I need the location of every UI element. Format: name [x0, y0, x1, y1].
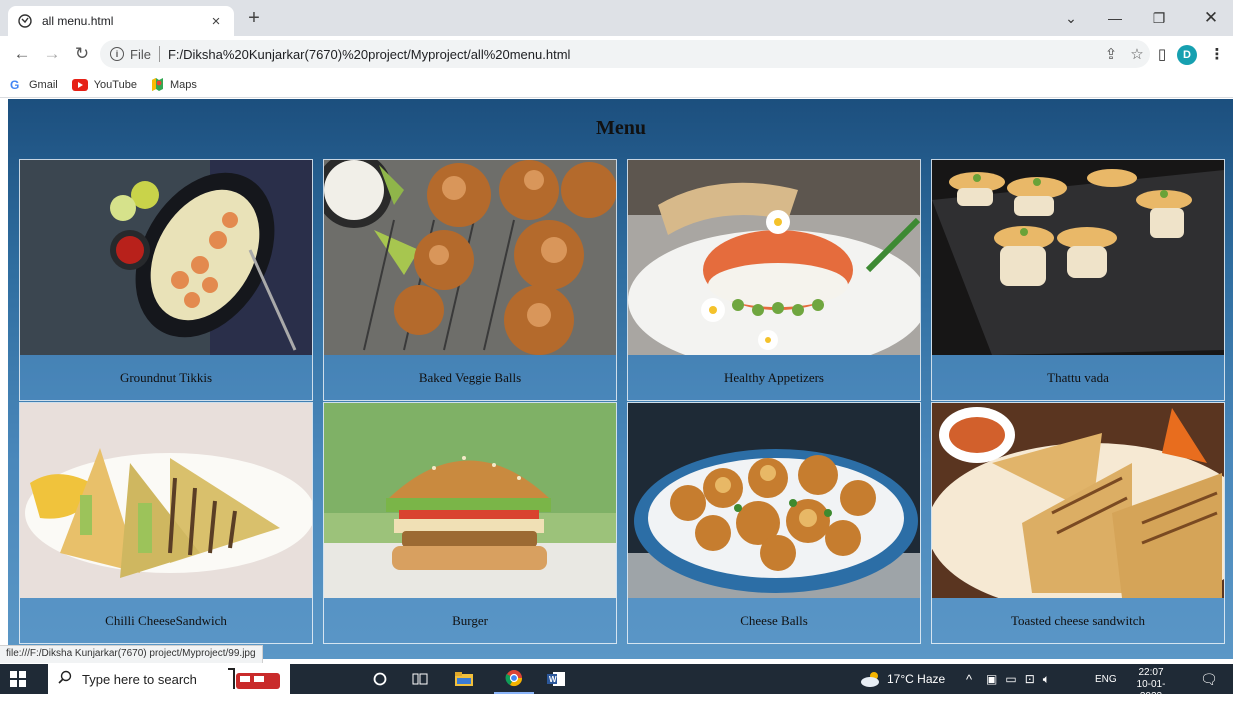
food-image-groundnut-tikkis[interactable] — [20, 160, 312, 355]
menu-item-label: Chilli CheeseSandwich — [20, 598, 312, 643]
restore-button[interactable]: ❐ — [1137, 0, 1181, 36]
language-indicator[interactable]: ENG — [1095, 664, 1117, 694]
battery-icon[interactable]: ▭ — [1005, 672, 1016, 686]
page-title: Menu — [596, 117, 646, 139]
browser-toolbar: ← → ↻ i File F:/Diksha%20Kunjarkar(7670)… — [0, 36, 1233, 72]
word-icon[interactable]: W — [536, 664, 576, 694]
chrome-icon[interactable] — [494, 664, 534, 694]
menu-item-label: Burger — [324, 598, 616, 643]
menu-card-chilli-cheese-sandwich[interactable]: Chilli CheeseSandwich — [19, 402, 313, 644]
bookmark-maps[interactable]: Maps — [151, 78, 197, 91]
menu-item-label: Toasted cheese sandwitch — [932, 598, 1224, 643]
taskbar-search-box[interactable]: Type here to search — [48, 664, 290, 694]
tab-title: all menu.html — [42, 14, 114, 28]
menu-item-label: Healthy Appetizers — [628, 355, 920, 400]
bookmark-star-icon[interactable]: ☆ — [1124, 45, 1150, 63]
maps-icon — [151, 78, 164, 91]
bookmark-youtube[interactable]: YouTube — [71, 78, 137, 91]
train-image-icon — [226, 665, 286, 693]
clock-date: 10-01-2023 — [1136, 679, 1166, 702]
menu-item-label: Thattu vada — [932, 355, 1224, 400]
food-image-toasted-cheese-sandwich[interactable] — [932, 403, 1224, 598]
food-image-cheese-balls[interactable] — [628, 403, 920, 598]
bookmark-label: Maps — [169, 78, 197, 91]
url-text[interactable]: F:/Diksha%20Kunjarkar(7670)%20project/My… — [168, 47, 1098, 62]
menu-card-burger[interactable]: Burger — [323, 402, 617, 644]
task-view-icon[interactable] — [400, 664, 440, 694]
svg-text:G: G — [10, 78, 19, 91]
bookmarks-bar: G Gmail YouTube Maps — [0, 72, 1233, 98]
food-image-baked-veggie-balls[interactable] — [324, 160, 616, 355]
status-url-bubble: file:///F:/Diksha Kunjarkar(7670) projec… — [0, 645, 263, 663]
meet-now-icon[interactable]: ▣ — [986, 672, 997, 686]
system-tray: ▣ ▭ ⊡ 🔈︎ — [986, 664, 1050, 694]
svg-text:W: W — [549, 675, 557, 684]
scheme-label: File — [130, 46, 151, 62]
search-icon — [58, 670, 72, 689]
new-tab-button[interactable]: + — [242, 7, 266, 30]
search-placeholder: Type here to search — [82, 671, 197, 687]
food-image-burger[interactable] — [324, 403, 616, 598]
file-explorer-icon[interactable] — [444, 664, 484, 694]
youtube-icon — [71, 78, 88, 91]
menu-item-label: Cheese Balls — [628, 598, 920, 643]
back-arrow-icon[interactable]: ← — [10, 42, 34, 66]
tab-search-chevron-icon[interactable]: ⌄ — [1049, 0, 1093, 36]
browser-tab-strip: all menu.html × + ⌄ — ❐ ✕ — [0, 0, 1233, 36]
food-image-chilli-cheese-sandwich[interactable] — [20, 403, 312, 598]
menu-kebab-icon[interactable]: ⋮ — [1205, 42, 1229, 66]
menu-card-groundnut-tikkis[interactable]: Groundnut Tikkis — [19, 159, 313, 401]
clock-time: 22:07 — [1138, 667, 1164, 678]
menu-item-label: Groundnut Tikkis — [20, 355, 312, 400]
menu-card-healthy-appetizers[interactable]: Healthy Appetizers — [627, 159, 921, 401]
share-icon[interactable]: ⇪ — [1098, 45, 1124, 63]
profile-avatar[interactable]: D — [1177, 45, 1197, 65]
menu-page: Menu Groundnut Tikkis Baked Veggie Balls… — [8, 99, 1233, 659]
bookmark-gmail[interactable]: G Gmail — [10, 78, 58, 91]
weather-widget[interactable]: 17°C Haze — [860, 664, 945, 694]
menu-card-thattu-vada[interactable]: Thattu vada — [931, 159, 1225, 401]
menu-item-label: Baked Veggie Balls — [324, 355, 616, 400]
address-separator — [158, 46, 160, 62]
food-image-thattu-vada[interactable] — [932, 160, 1224, 355]
tab-close-icon[interactable]: × — [208, 13, 224, 30]
bookmark-label: Gmail — [29, 78, 58, 91]
close-window-button[interactable]: ✕ — [1189, 0, 1233, 36]
reload-icon[interactable]: ↻ — [70, 42, 94, 66]
menu-card-toasted-cheese-sandwich[interactable]: Toasted cheese sandwitch — [931, 402, 1225, 644]
notifications-icon[interactable]: 🗨︎ — [1200, 664, 1218, 694]
taskbar-clock[interactable]: 22:07 10-01-2023 — [1126, 667, 1176, 703]
side-panel-icon[interactable]: ▯ — [1150, 42, 1174, 66]
minimize-button[interactable]: — — [1093, 0, 1137, 36]
volume-icon[interactable]: 🔈︎ — [1043, 672, 1050, 687]
weather-text: 17°C Haze — [887, 672, 946, 686]
weather-cloud-icon — [860, 671, 882, 687]
cortana-icon[interactable] — [360, 664, 400, 694]
info-icon[interactable]: i — [110, 47, 124, 61]
globe-icon — [18, 14, 32, 28]
network-icon[interactable]: ⊡ — [1025, 672, 1035, 686]
windows-taskbar: Type here to search W 17°C Haze ^ ▣ ▭ ⊡ … — [0, 664, 1233, 702]
forward-arrow-icon[interactable]: → — [40, 42, 64, 66]
address-bar[interactable]: i File F:/Diksha%20Kunjarkar(7670)%20pro… — [100, 40, 1150, 68]
bookmark-label: YouTube — [93, 78, 137, 91]
windows-start-icon[interactable] — [10, 671, 26, 687]
tray-chevron-icon[interactable]: ^ — [966, 664, 972, 694]
menu-card-cheese-balls[interactable]: Cheese Balls — [627, 402, 921, 644]
food-image-healthy-appetizers[interactable] — [628, 160, 920, 355]
browser-tab[interactable]: all menu.html × — [8, 6, 234, 36]
menu-card-baked-veggie-balls[interactable]: Baked Veggie Balls — [323, 159, 617, 401]
gmail-icon: G — [10, 78, 23, 91]
